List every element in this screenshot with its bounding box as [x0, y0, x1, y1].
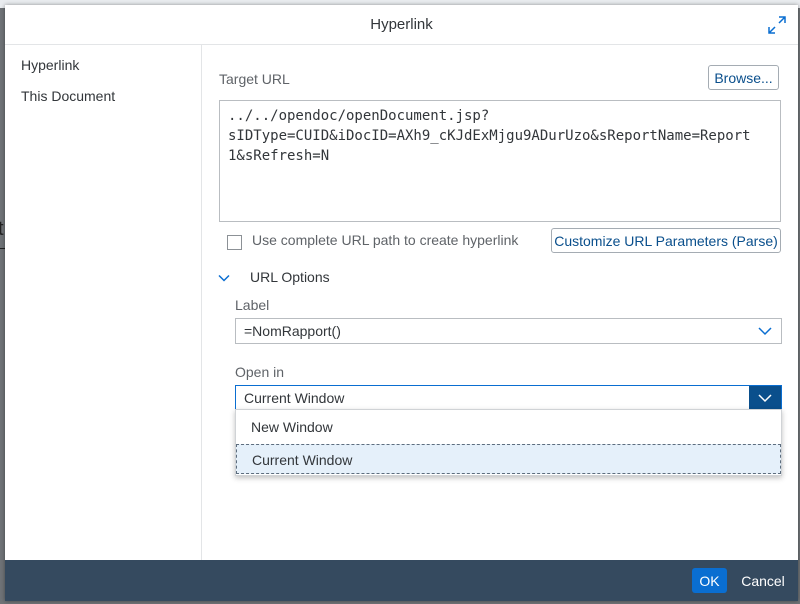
label-select-value: =NomRapport() — [244, 323, 341, 339]
background-app-text: t — [0, 218, 4, 240]
open-in-select-value: Current Window — [244, 390, 345, 406]
open-in-label: Open in — [235, 364, 285, 380]
dialog-footer: OK Cancel — [5, 560, 798, 601]
dialog-content: Target URL Browse... ../../opendoc/openD… — [202, 45, 798, 560]
expand-icon[interactable] — [768, 16, 786, 34]
url-options-title[interactable]: URL Options — [250, 269, 330, 285]
open-in-dropdown: New Window Current Window — [235, 409, 782, 476]
label-select[interactable]: =NomRapport() — [235, 318, 782, 344]
chevron-down-icon[interactable] — [749, 319, 781, 343]
chevron-down-icon[interactable] — [217, 271, 231, 285]
dialog-nav: Hyperlink This Document — [5, 45, 202, 560]
complete-url-checkbox[interactable] — [227, 235, 242, 250]
target-url-input[interactable]: ../../opendoc/openDocument.jsp? sIDType=… — [219, 100, 781, 222]
chevron-down-icon[interactable] — [749, 386, 781, 410]
option-new-window[interactable]: New Window — [236, 412, 781, 442]
nav-item-hyperlink[interactable]: Hyperlink — [21, 57, 79, 73]
customize-url-parameters-button[interactable]: Customize URL Parameters (Parse) — [551, 228, 781, 253]
option-current-window[interactable]: Current Window — [236, 444, 781, 474]
label-field-label: Label — [235, 297, 270, 313]
target-url-label: Target URL — [219, 71, 290, 87]
complete-url-checkbox-label: Use complete URL path to create hyperlin… — [252, 232, 519, 248]
dialog-header: Hyperlink — [5, 5, 798, 45]
cancel-button[interactable]: Cancel — [738, 568, 788, 593]
ok-button[interactable]: OK — [692, 568, 727, 593]
browse-button[interactable]: Browse... — [708, 65, 779, 90]
hyperlink-dialog: Hyperlink Hyperlink This Document Target… — [5, 5, 798, 601]
open-in-select[interactable]: Current Window — [235, 385, 782, 411]
dialog-title: Hyperlink — [370, 16, 433, 33]
nav-item-this-document[interactable]: This Document — [21, 88, 115, 104]
